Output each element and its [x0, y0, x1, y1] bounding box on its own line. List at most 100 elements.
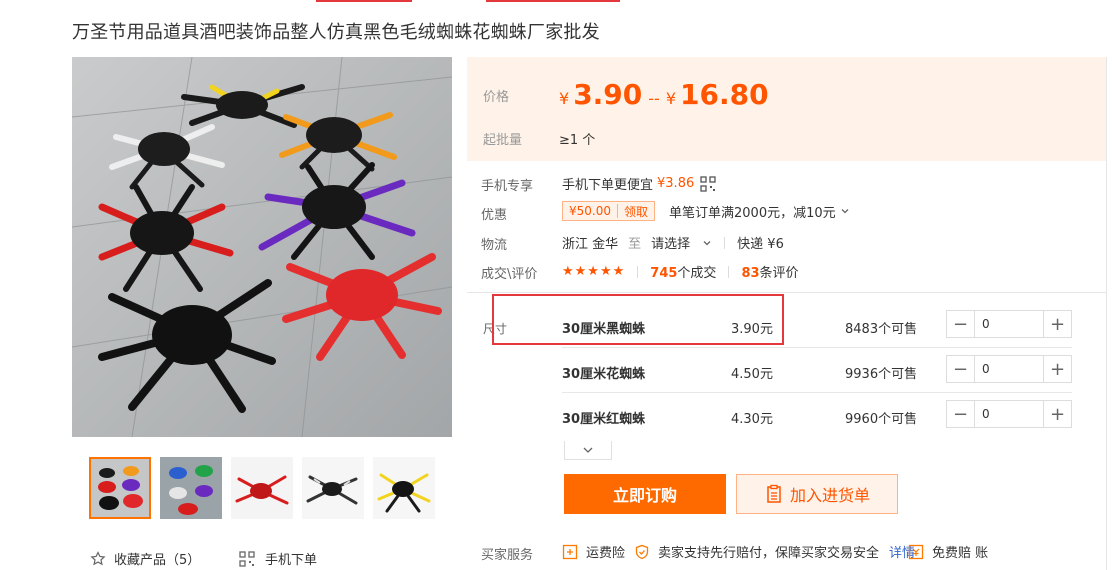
thumbnail-1-image: [91, 459, 149, 517]
thumbnail-4-image: [302, 457, 364, 519]
sku-price: 4.30元: [731, 412, 773, 427]
expand-sku-button[interactable]: [564, 441, 612, 460]
thumbnail-4[interactable]: [302, 457, 364, 519]
deals-reviews-row: ★★★★★ 745个成交 83条评价: [562, 262, 799, 281]
sku-stock: 9960个可售: [845, 412, 918, 427]
coupon-amount: ¥50.00: [569, 204, 611, 218]
top-accent-bar: [0, 0, 1113, 3]
thumbnail-1[interactable]: [89, 457, 151, 519]
coupon[interactable]: ¥50.00 领取: [562, 201, 656, 221]
quantity-input[interactable]: [975, 311, 1043, 337]
top-accent-left: [316, 0, 412, 2]
top-accent-right: [486, 0, 620, 2]
thumbnail-5[interactable]: [373, 457, 435, 519]
price-currency-high: ¥: [665, 89, 677, 108]
sku-name: 30厘米红蜘蛛: [562, 412, 646, 427]
clipboard-icon: [767, 484, 781, 503]
thumbnail-5-image: [373, 457, 435, 519]
rating-stars: ★★★★★: [562, 264, 626, 279]
quantity-input[interactable]: [975, 401, 1043, 427]
quantity-stepper: − +: [946, 355, 1072, 383]
row-divider: [562, 347, 1072, 348]
sku-stock: 8483个可售: [845, 322, 918, 337]
favorite-label: 收藏产品（5）: [114, 553, 201, 568]
service-shipping-insurance: 运费险: [562, 542, 625, 561]
free-compensation-text: 免费赔 账: [932, 546, 989, 561]
thumbnail-2-image: [160, 457, 222, 519]
row-divider: [562, 392, 1072, 393]
logistics-row: 浙江 金华 至 请选择 快递 ¥6: [562, 233, 784, 252]
chevron-down-icon[interactable]: [840, 206, 850, 216]
separator: [728, 265, 730, 278]
guarantee-icon: [635, 544, 649, 559]
increase-button[interactable]: +: [1043, 401, 1071, 427]
qr-code-icon: [239, 550, 255, 567]
separator: [637, 265, 639, 278]
sku-row: 30厘米花蜘蛛 4.50元 9936个可售 − +: [562, 349, 1072, 393]
deal-suffix: 个成交: [677, 266, 717, 281]
price-low: 3.90: [573, 78, 643, 111]
review-count-link[interactable]: 83条评价: [741, 262, 798, 281]
price-currency-low: ¥: [559, 89, 570, 108]
qr-code-icon: [700, 175, 716, 192]
shield-icon: [562, 544, 578, 559]
price-box: 价格 ¥ 3.90 -- ¥ 16.80 起批量 ≥1 个: [467, 57, 1107, 161]
thumbnail-2[interactable]: [160, 457, 222, 519]
coupon-claim[interactable]: 领取: [618, 203, 654, 220]
decrease-button[interactable]: −: [947, 356, 975, 382]
annotation-highlight-box: [492, 294, 784, 345]
deals-reviews-label: 成交\评价: [481, 267, 538, 282]
product-title: 万圣节用品道具酒吧装饰品整人仿真黑色毛绒蜘蛛花蜘蛛厂家批发: [72, 22, 600, 43]
mobile-exclusive[interactable]: 手机下单更便宜 ¥3.86: [562, 174, 716, 193]
increase-button[interactable]: +: [1043, 356, 1071, 382]
deal-count: 745: [650, 266, 678, 281]
quantity-stepper: − +: [946, 400, 1072, 428]
discount-text: 单笔订单满2000元，减10元: [669, 205, 836, 221]
order-now-button[interactable]: 立即订购: [564, 474, 726, 514]
service-free-compensation: 免费赔 账: [908, 542, 988, 561]
review-suffix: 条评价: [759, 266, 799, 281]
moq-value: ≥1 个: [559, 133, 596, 148]
shipping-insurance-text: 运费险: [586, 546, 626, 561]
star-outline-icon: [90, 550, 106, 565]
sku-price: 4.50元: [731, 367, 773, 382]
chevron-down-icon: [703, 240, 711, 245]
logistics-origin: 浙江 金华: [562, 237, 619, 252]
separator: [724, 236, 726, 249]
service-guarantee: 卖家支持先行赔付，保障买家交易安全 详情: [634, 542, 915, 561]
moq-label: 起批量: [483, 133, 523, 148]
logistics-label: 物流: [481, 238, 508, 253]
thumbnail-strip: [89, 457, 449, 519]
logistics-express: 快递 ¥6: [737, 237, 784, 252]
favorite-product[interactable]: 收藏产品（5）: [90, 549, 200, 568]
divider: [467, 292, 1107, 293]
logistics-to: 至: [628, 237, 642, 252]
sku-row: 30厘米红蜘蛛 4.30元 9960个可售 − +: [562, 394, 1072, 438]
quantity-input[interactable]: [975, 356, 1043, 382]
add-to-cart-button[interactable]: 加入进货单: [736, 474, 898, 514]
decrease-button[interactable]: −: [947, 401, 975, 427]
quantity-stepper: − +: [946, 310, 1072, 338]
price-label: 价格: [483, 90, 510, 105]
thumbnail-3-image: [231, 457, 293, 519]
buyer-services-label: 买家服务: [481, 548, 534, 563]
logistics-destination-select[interactable]: 请选择: [651, 233, 712, 252]
decrease-button[interactable]: −: [947, 311, 975, 337]
review-count: 83: [741, 266, 760, 281]
mobile-exclusive-price: ¥3.86: [657, 176, 695, 191]
increase-button[interactable]: +: [1043, 311, 1071, 337]
price-range: ¥ 3.90 -- ¥ 16.80: [559, 78, 769, 111]
deal-count-link[interactable]: 745个成交: [650, 262, 716, 281]
mobile-exclusive-text: 手机下单更便宜: [562, 178, 654, 193]
price-high: 16.80: [680, 78, 769, 111]
panel-right-border: [1106, 57, 1107, 570]
sku-name: 30厘米花蜘蛛: [562, 367, 646, 382]
chevron-down-icon: [583, 447, 593, 453]
guarantee-text: 卖家支持先行赔付，保障买家交易安全: [658, 546, 880, 561]
mobile-order-link[interactable]: 手机下单: [239, 549, 317, 568]
main-product-image[interactable]: [72, 57, 452, 437]
compensation-icon: [908, 544, 924, 559]
thumbnail-3[interactable]: [231, 457, 293, 519]
spiders-photo: [72, 57, 452, 437]
mobile-order-label: 手机下单: [265, 553, 318, 568]
